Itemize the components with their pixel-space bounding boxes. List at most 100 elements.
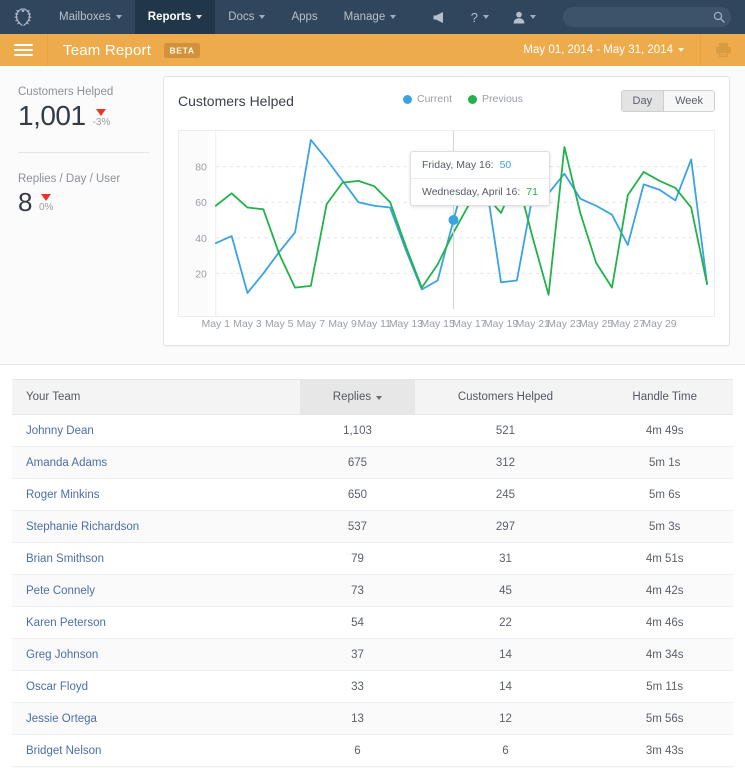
sidebar-toggle-button[interactable] xyxy=(0,34,48,66)
print-button[interactable] xyxy=(701,34,745,66)
tooltip-previous-label: Wednesday, April 16: xyxy=(422,186,521,198)
table-row: Jessie Ortega 13 12 5m 56s xyxy=(12,702,733,735)
x-axis-tick-label: May 3 xyxy=(233,319,262,330)
agent-name-link[interactable]: Oscar Floyd xyxy=(26,681,88,693)
agent-name-link[interactable]: Amanda Adams xyxy=(26,457,107,469)
stat-replies-row: 8 0% xyxy=(18,189,149,215)
hamburger-icon-bar xyxy=(14,49,33,51)
cell-agent-name: Greg Johnson xyxy=(12,638,301,671)
agent-name-link[interactable]: Stephanie Richardson xyxy=(26,521,139,533)
stat-replies-value: 8 xyxy=(18,187,32,217)
cell-replies: 6 xyxy=(300,734,415,767)
megaphone-icon xyxy=(433,11,443,23)
help-button[interactable]: ? xyxy=(460,0,500,34)
cell-handle-time: 5m 1s xyxy=(596,446,733,479)
user-account-button[interactable] xyxy=(502,0,547,34)
table-head: Your Team Replies Customers Helped Handl… xyxy=(12,379,733,415)
agent-name-link[interactable]: Bridget Nelson xyxy=(26,745,101,757)
nav-item-reports[interactable]: Reports xyxy=(134,0,216,34)
nav-item-reports-label: Reports xyxy=(147,11,192,23)
cell-agent-name: Karen Peterson xyxy=(12,606,301,639)
cell-agent-name: Amanda Adams xyxy=(12,446,301,479)
agent-name-link[interactable]: Pete Connely xyxy=(26,585,95,597)
cell-customers-helped: 6 xyxy=(414,734,597,767)
top-navigation-bar: Mailboxes Reports Docs Apps Manage ? xyxy=(0,0,745,34)
legend-item-current[interactable]: Current xyxy=(403,93,452,105)
chevron-down-icon xyxy=(483,15,489,19)
nav-item-apps[interactable]: Apps xyxy=(278,0,330,34)
agent-name-link[interactable]: Roger Minkins xyxy=(26,489,100,501)
cell-replies: 537 xyxy=(300,510,415,543)
cell-agent-name: Roger Minkins xyxy=(12,478,301,511)
megaphone-button[interactable] xyxy=(421,0,458,34)
agent-name-link[interactable]: Jessie Ortega xyxy=(26,713,97,725)
nav-item-docs[interactable]: Docs xyxy=(215,0,278,34)
y-axis-band xyxy=(178,131,210,315)
chart-card: Customers Helped Current Previous Day We… xyxy=(163,76,730,346)
stat-customers-helped: Customers Helped 1,001 -3% xyxy=(18,86,149,130)
agent-name-link[interactable]: Karen Peterson xyxy=(26,617,106,629)
table-header-row: Your Team Replies Customers Helped Handl… xyxy=(12,379,733,415)
global-search[interactable] xyxy=(563,7,731,27)
stat-replies-delta: 0% xyxy=(39,194,53,213)
table-row: Amanda Adams 675 312 5m 1s xyxy=(12,446,733,479)
stat-customers-helped-value: 1,001 xyxy=(18,100,86,131)
toggle-week[interactable]: Week xyxy=(663,91,714,111)
cell-customers-helped: 12 xyxy=(414,702,597,735)
cell-handle-time: 4m 34s xyxy=(596,638,733,671)
tooltip-previous-value: 71 xyxy=(526,186,538,198)
cell-handle-time: 3m 43s xyxy=(596,734,733,767)
chart-plot-area[interactable]: 20 40 60 80 May 1 May 3 May 5 May 7 May 9 May 11 M… xyxy=(178,123,715,335)
date-range-picker[interactable]: May 01, 2014 - May 31, 2014 xyxy=(507,34,701,66)
y-axis-tick-label: 20 xyxy=(195,269,207,280)
cell-replies: 675 xyxy=(300,446,415,479)
search-input[interactable] xyxy=(571,11,713,23)
column-header-replies-label: Replies xyxy=(332,391,372,403)
x-axis-tick-label: May 15 xyxy=(421,319,455,330)
cell-agent-name: Bridget Nelson xyxy=(12,734,301,767)
chart-legend: Current Previous xyxy=(403,93,523,105)
nav-utility-group: ? xyxy=(421,0,745,34)
arrow-down-icon xyxy=(96,109,107,116)
cell-handle-time: 5m 56s xyxy=(596,702,733,735)
stat-replies-per-day-per-user: Replies / Day / User 8 0% xyxy=(18,173,149,215)
printer-icon xyxy=(715,43,731,57)
cell-handle-time: 4m 51s xyxy=(596,542,733,575)
hamburger-icon-bar xyxy=(14,54,33,56)
y-axis-tick-label: 80 xyxy=(195,163,207,174)
agent-name-link[interactable]: Brian Smithson xyxy=(26,553,104,565)
nav-item-manage[interactable]: Manage xyxy=(331,0,410,34)
cell-handle-time: 4m 42s xyxy=(596,574,733,607)
cell-customers-helped: 521 xyxy=(414,414,597,447)
app-logo[interactable] xyxy=(0,0,46,34)
x-axis-tick-label: May 21 xyxy=(516,319,550,330)
stat-customers-helped-delta: -3% xyxy=(93,109,110,128)
hover-point-marker xyxy=(448,215,459,225)
table-row: Bridget Nelson 6 6 3m 43s xyxy=(12,734,733,767)
help-question-icon: ? xyxy=(470,9,478,25)
beta-badge: BETA xyxy=(164,43,200,58)
cell-replies: 79 xyxy=(300,542,415,575)
toggle-day[interactable]: Day xyxy=(621,91,664,111)
nav-item-docs-label: Docs xyxy=(228,11,255,23)
agent-name-link[interactable]: Johnny Dean xyxy=(26,425,94,437)
cell-replies: 54 xyxy=(300,606,415,639)
cell-handle-time: 5m 6s xyxy=(596,478,733,511)
date-range-label: May 01, 2014 - May 31, 2014 xyxy=(523,44,673,56)
laurel-wreath-logo-icon xyxy=(14,8,32,26)
cell-handle-time: 5m 3s xyxy=(596,510,733,543)
stat-replies-delta-text: 0% xyxy=(38,202,54,213)
chart-header: Customers Helped Current Previous Day We… xyxy=(178,89,715,113)
column-header-your-team[interactable]: Your Team xyxy=(12,379,301,415)
primary-nav-items: Mailboxes Reports Docs Apps Manage xyxy=(46,0,409,34)
column-header-replies[interactable]: Replies xyxy=(300,379,415,415)
table-row: Oscar Floyd 33 14 5m 11s xyxy=(12,670,733,703)
column-header-customers-helped[interactable]: Customers Helped xyxy=(414,379,597,415)
column-header-handle-time[interactable]: Handle Time xyxy=(596,379,733,415)
table-row: Greg Johnson 37 14 4m 34s xyxy=(12,638,733,671)
page-subheader: Team Report BETA May 01, 2014 - May 31, … xyxy=(0,34,745,66)
nav-item-mailboxes[interactable]: Mailboxes xyxy=(46,0,135,34)
agent-name-link[interactable]: Greg Johnson xyxy=(26,649,98,661)
legend-item-previous[interactable]: Previous xyxy=(468,93,523,105)
legend-color-swatch xyxy=(403,94,412,104)
